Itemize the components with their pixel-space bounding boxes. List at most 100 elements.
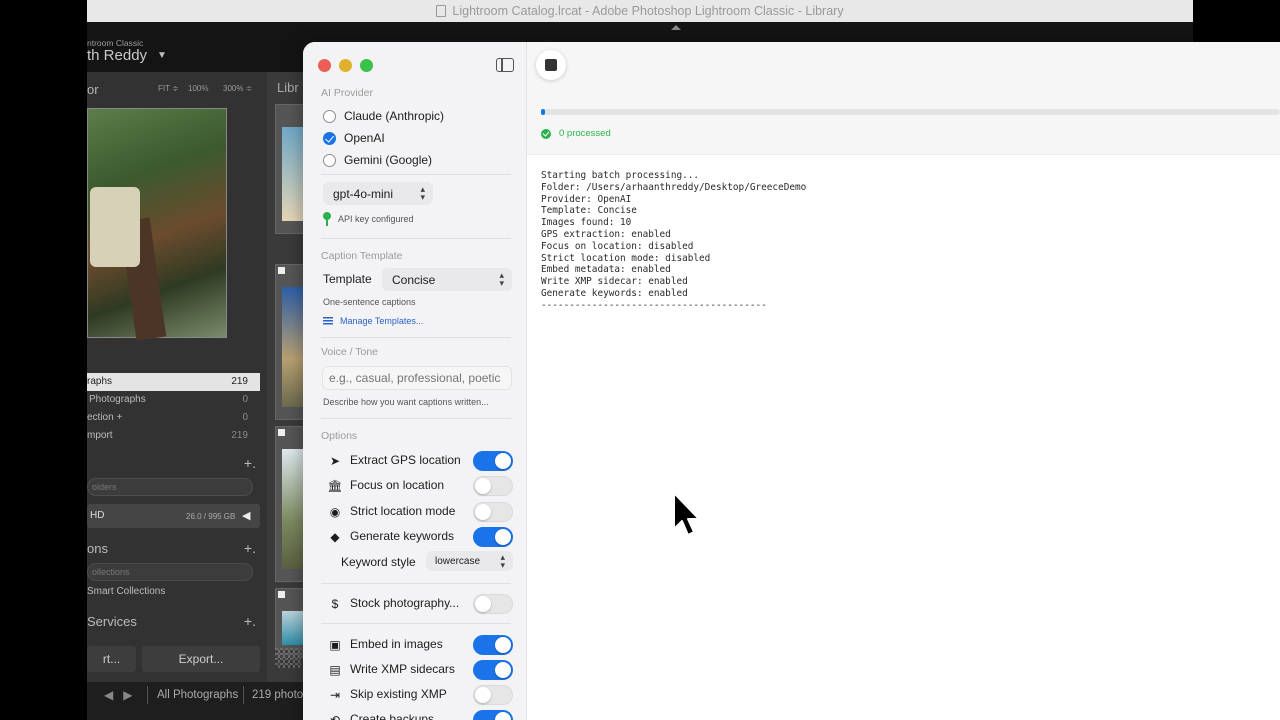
provider-section-label: AI Provider <box>321 87 373 99</box>
nav-arrows-icon[interactable]: ◀▶ <box>104 688 142 702</box>
divider <box>321 238 511 239</box>
divider <box>321 337 511 338</box>
brand-user[interactable]: th Reddy ▼ <box>87 47 167 64</box>
grid-view-icon[interactable] <box>275 648 301 668</box>
close-window-button[interactable] <box>318 59 331 72</box>
extract-gps-toggle[interactable] <box>473 451 513 471</box>
zoom-window-button[interactable] <box>360 59 373 72</box>
catalog-item-label: ection + <box>87 412 123 423</box>
create-backups-toggle[interactable] <box>473 710 513 720</box>
manage-templates-label: Manage Templates... <box>340 316 424 326</box>
option-label: Focus on location <box>350 478 445 492</box>
keyword-style-row: Keyword style lowercase ▴ ▾ <box>341 551 513 573</box>
mouse-cursor-icon <box>673 492 700 536</box>
screen: Lightroom Catalog.lrcat - Adobe Photosho… <box>0 0 1280 720</box>
write-xmp-toggle[interactable] <box>473 660 513 680</box>
option-label: Embed in images <box>350 637 443 651</box>
zoom-100[interactable]: 100% <box>188 84 208 93</box>
library-label[interactable]: Libr <box>267 80 307 100</box>
api-key-status: API key configured <box>323 212 414 226</box>
location-arrow-icon: ➤ <box>329 454 341 468</box>
keyword-style-value: lowercase <box>435 555 481 567</box>
tone-input[interactable] <box>322 366 512 390</box>
collections-header[interactable]: ons +. <box>87 538 260 560</box>
stock-photography-toggle[interactable] <box>473 594 513 614</box>
folders-filter-input[interactable]: olders <box>87 478 253 496</box>
progress-fill <box>541 109 545 115</box>
catalog-item-label: Photographs <box>89 394 146 405</box>
divider <box>321 583 511 584</box>
log-output: Starting batch processing... Folder: /Us… <box>541 170 807 311</box>
radio-icon <box>323 109 336 123</box>
folders-header[interactable]: +. <box>87 453 260 475</box>
collapse-top-panel-icon[interactable] <box>671 25 681 30</box>
generate-keywords-toggle[interactable] <box>473 527 513 547</box>
strict-location-toggle[interactable] <box>473 502 513 522</box>
import-button[interactable]: rt... <box>87 646 136 672</box>
options-section-label: Options <box>321 430 358 442</box>
focus-location-toggle[interactable] <box>473 476 513 496</box>
document-icon <box>436 5 447 17</box>
add-folder-icon[interactable]: +. <box>244 455 256 471</box>
export-button[interactable]: Export... <box>142 646 260 672</box>
stop-icon <box>545 59 557 71</box>
option-label: Extract GPS location <box>350 453 461 467</box>
stop-button[interactable] <box>536 50 566 80</box>
navigator-label: or <box>87 82 99 97</box>
provider-gemini-radio[interactable]: Gemini (Google) <box>323 151 432 169</box>
zoom-fit[interactable]: FIT ≑ <box>158 84 179 93</box>
embed-images-toggle[interactable] <box>473 635 513 655</box>
minimize-window-button[interactable] <box>339 59 352 72</box>
triangle-left-icon: ◀ <box>242 510 251 522</box>
smart-collections-item[interactable]: Smart Collections <box>87 586 165 597</box>
catalog-item-quick-collection[interactable]: ection + 0 <box>87 409 260 427</box>
publish-services-label: Services <box>87 614 137 629</box>
zoom-300[interactable]: 300% ≑ <box>223 84 252 93</box>
flag-icon <box>278 267 285 274</box>
divider <box>243 686 244 704</box>
sidebar-toggle-icon[interactable] <box>496 58 514 72</box>
divider <box>321 418 511 419</box>
option-generate-keywords: ◆ Generate keywords <box>327 527 513 547</box>
collections-filter-input[interactable]: ollections <box>87 563 253 581</box>
skip-xmp-toggle[interactable] <box>473 685 513 705</box>
settings-sidebar: AI Provider Claude (Anthropic) OpenAI Ge… <box>303 42 527 720</box>
option-label: Stock photography... <box>350 596 460 610</box>
lightroom-left-panel: or FIT ≑ 100% 300% ≑ raphs 219 Photograp… <box>87 72 267 682</box>
template-select[interactable]: Concise ▴ ▾ <box>382 268 512 291</box>
caption-app-window: AI Provider Claude (Anthropic) OpenAI Ge… <box>303 42 1280 720</box>
publish-services-header[interactable]: Services +. <box>87 611 260 633</box>
model-select[interactable]: gpt-4o-mini ▴ ▾ <box>323 182 433 205</box>
image-plus-icon: ▣ <box>329 638 341 652</box>
collections-label: ons <box>87 541 108 556</box>
divider <box>147 686 148 704</box>
option-strict-location: ◉ Strict location mode <box>327 502 513 522</box>
manage-templates-link[interactable]: Manage Templates... <box>323 316 423 326</box>
filmstrip-source[interactable]: All Photographs <box>157 689 238 701</box>
model-value: gpt-4o-mini <box>333 186 394 201</box>
catalog-item-label: mport <box>87 430 113 441</box>
catalog-item-count: 0 <box>242 412 248 423</box>
add-collection-icon[interactable]: +. <box>244 540 256 556</box>
tag-icon: ◆ <box>330 530 340 544</box>
api-status-text: API key configured <box>338 214 414 224</box>
brand-user-name: th Reddy <box>87 47 148 64</box>
catalog-item-all-photographs[interactable]: raphs 219 <box>87 373 260 391</box>
tote-bag-shape <box>90 187 140 267</box>
provider-openai-radio[interactable]: OpenAI <box>323 129 385 147</box>
add-service-icon[interactable]: +. <box>244 613 256 629</box>
provider-claude-radio[interactable]: Claude (Anthropic) <box>323 107 444 125</box>
option-label: Generate keywords <box>350 529 455 543</box>
flag-icon <box>278 591 285 598</box>
catalog-item-previous-photographs[interactable]: Photographs 0 <box>87 391 260 409</box>
divider <box>321 174 511 175</box>
keyword-style-select[interactable]: lowercase ▴ ▾ <box>426 551 513 571</box>
navigator-header: or FIT ≑ 100% 300% ≑ <box>87 80 262 98</box>
template-description: One-sentence captions <box>323 297 416 307</box>
drive-row[interactable]: HD 26.0 / 995 GB ◀ <box>87 504 260 528</box>
checkmark-circle-icon <box>541 128 551 139</box>
divider <box>321 623 511 624</box>
catalog-item-previous-import[interactable]: mport 219 <box>87 427 260 445</box>
navigator-preview-image[interactable] <box>87 108 227 341</box>
document-icon: ▤ <box>329 663 341 677</box>
